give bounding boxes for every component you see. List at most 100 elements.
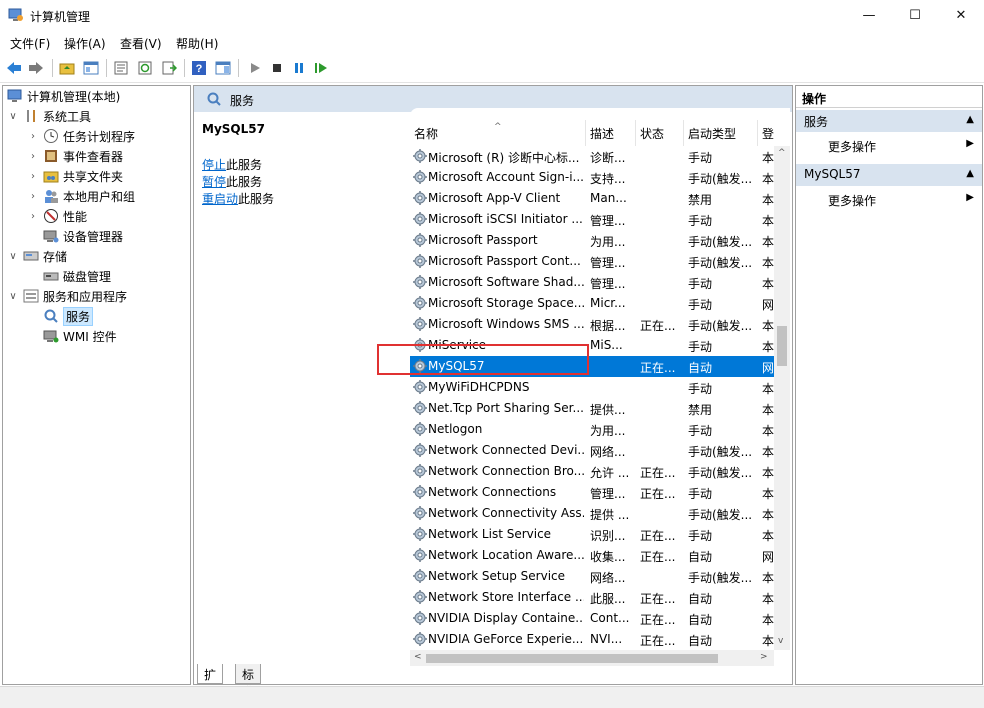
service-row[interactable]: NVIDIA GeForce Experie... NVI... 正在... 自动 本 xyxy=(410,629,774,650)
service-row[interactable]: Microsoft Storage Space... Micr... 手动 网 xyxy=(410,293,774,314)
stop-service-icon[interactable] xyxy=(268,59,286,77)
service-row[interactable]: Network Store Interface ... 此服... 正在... 自动 本 xyxy=(410,587,774,608)
menu-view[interactable]: 查看(V) xyxy=(120,35,162,52)
maximize-button[interactable]: ☐ xyxy=(892,0,938,31)
service-row[interactable]: Microsoft Passport 为用... 手动(触发... 本 xyxy=(410,230,774,251)
back-icon[interactable] xyxy=(5,59,23,77)
column-status-label: 状态 xyxy=(640,126,665,141)
service-row[interactable]: Network Connections 管理... 正在... 手动 本 xyxy=(410,482,774,503)
export-icon[interactable] xyxy=(160,59,178,77)
properties-icon[interactable] xyxy=(112,59,130,77)
storage-icon xyxy=(23,248,39,264)
tab-standard[interactable]: 标准 xyxy=(235,664,262,699)
actions-section-mysql[interactable]: MySQL57 ▲ xyxy=(796,164,982,186)
column-name[interactable]: 名称 ^ xyxy=(410,120,586,146)
menu-action[interactable]: 操作(A) xyxy=(64,35,106,52)
scroll-up-icon[interactable]: ^ xyxy=(778,148,786,158)
tree-system-tools[interactable]: ∨ 系统工具 xyxy=(7,106,91,126)
up-folder-icon[interactable] xyxy=(58,59,76,77)
service-row[interactable]: Microsoft iSCSI Initiator ... 管理... 手动 本 xyxy=(410,209,774,230)
collapse-up-icon[interactable]: ▲ xyxy=(966,168,974,179)
service-row[interactable]: Microsoft (R) 诊断中心标... 诊断... 手动 本 xyxy=(410,146,774,167)
close-button[interactable]: ✕ xyxy=(938,0,984,31)
chevron-down-icon[interactable]: ∨ xyxy=(7,111,19,122)
start-service-icon[interactable] xyxy=(246,59,264,77)
search-icon xyxy=(207,92,221,106)
column-status[interactable]: 状态 xyxy=(636,120,684,146)
menu-file[interactable]: 文件(F) xyxy=(10,35,50,52)
minimize-button[interactable]: — xyxy=(846,0,892,31)
service-row[interactable]: Network Connected Devi... 网络... 手动(触发... 本 xyxy=(410,440,774,461)
service-row[interactable]: Microsoft Passport Cont... 管理... 手动(触发... 本 xyxy=(410,251,774,272)
vertical-scrollbar[interactable]: ^ v xyxy=(774,146,790,650)
actions-section-services[interactable]: 服务 ▲ xyxy=(796,110,982,132)
action-pane-icon[interactable] xyxy=(214,59,232,77)
tree-root[interactable]: 计算机管理(本地) xyxy=(7,86,120,106)
pause-service-link[interactable]: 暂停 xyxy=(202,175,226,189)
service-row[interactable]: Netlogon 为用... 手动 本 xyxy=(410,419,774,440)
forward-icon[interactable] xyxy=(27,59,45,77)
scroll-left-icon[interactable]: < xyxy=(414,652,422,662)
scroll-right-icon[interactable]: > xyxy=(760,652,768,662)
service-row[interactable]: Network Connection Bro... 允许 ... 正在... 手动(触… xyxy=(410,461,774,482)
service-row[interactable]: Microsoft Account Sign-i... 支持... 手动(触发...… xyxy=(410,167,774,188)
column-description[interactable]: 描述 xyxy=(586,120,636,146)
service-description: 管理... xyxy=(590,256,626,270)
scroll-down-icon[interactable]: v xyxy=(778,636,783,646)
horizontal-scrollbar[interactable]: < > xyxy=(410,650,774,666)
tab-extended[interactable]: 扩展 xyxy=(197,664,224,699)
tree-performance[interactable]: › 性能 xyxy=(27,206,87,226)
service-row[interactable]: NVIDIA Display Containe... Cont... 正在... 自动… xyxy=(410,608,774,629)
restart-service-link[interactable]: 重启动 xyxy=(202,192,238,206)
service-row[interactable]: Network Setup Service 网络... 手动(触发... 本 xyxy=(410,566,774,587)
chevron-right-icon[interactable]: › xyxy=(27,191,39,202)
pause-service-icon[interactable] xyxy=(290,59,308,77)
refresh-icon[interactable] xyxy=(136,59,154,77)
service-row[interactable]: Network List Service 识别... 正在... 手动 本 xyxy=(410,524,774,545)
column-logon[interactable]: 登 xyxy=(758,120,774,146)
tree-services[interactable]: 服务 xyxy=(43,306,94,326)
chevron-right-icon[interactable]: › xyxy=(27,131,39,142)
chevron-right-icon[interactable]: › xyxy=(27,171,39,182)
service-description: 提供... xyxy=(590,403,626,417)
tree-label: 事件查看器 xyxy=(63,149,124,164)
more-actions-services[interactable]: 更多操作 ▶ xyxy=(796,134,982,156)
wmi-icon xyxy=(43,328,59,344)
tree-task-scheduler[interactable]: › 任务计划程序 xyxy=(27,126,135,146)
chevron-right-icon[interactable]: › xyxy=(27,211,39,222)
chevron-down-icon[interactable]: ∨ xyxy=(7,251,19,262)
show-hide-tree-icon[interactable] xyxy=(82,59,100,77)
service-row[interactable]: Network Location Aware... 收集... 正在... 自动 网 xyxy=(410,545,774,566)
service-row[interactable]: Net.Tcp Port Sharing Ser... 提供... 禁用 本 xyxy=(410,398,774,419)
horizontal-scroll-thumb[interactable] xyxy=(426,654,718,663)
collapse-up-icon[interactable]: ▲ xyxy=(966,114,974,125)
tree-wmi[interactable]: WMI 控件 xyxy=(43,326,117,346)
service-row[interactable]: Microsoft Software Shad... 管理... 手动 本 xyxy=(410,272,774,293)
service-name: Network Store Interface ... xyxy=(428,590,584,604)
tree-shared-folders[interactable]: › 共享文件夹 xyxy=(27,166,123,186)
restart-service-icon[interactable] xyxy=(312,59,330,77)
tree-device-manager[interactable]: 设备管理器 xyxy=(43,226,123,246)
service-row[interactable]: Network Connectivity Ass... 提供 ... 手动(触发..… xyxy=(410,503,774,524)
service-gear-icon xyxy=(412,169,428,185)
tree-label: 系统工具 xyxy=(43,109,92,124)
tree-local-users[interactable]: › 本地用户和组 xyxy=(27,186,135,206)
chevron-down-icon[interactable]: ∨ xyxy=(7,291,19,302)
service-row[interactable]: MyWiFiDHCPDNS 手动 本 xyxy=(410,377,774,398)
service-name: Network Connection Bro... xyxy=(428,464,584,478)
stop-service-link[interactable]: 停止 xyxy=(202,158,226,172)
tree-disk-management[interactable]: 磁盘管理 xyxy=(43,266,111,286)
column-startup-type[interactable]: 启动类型 xyxy=(684,120,758,146)
service-gear-icon xyxy=(412,463,428,479)
vertical-scroll-thumb[interactable] xyxy=(777,326,787,366)
tree-storage[interactable]: ∨ 存储 xyxy=(7,246,67,266)
help-icon[interactable]: ? xyxy=(190,59,208,77)
service-row[interactable]: Microsoft Windows SMS ... 根据... 正在... 手动(触发… xyxy=(410,314,774,335)
chevron-right-icon[interactable]: › xyxy=(27,151,39,162)
tree-event-viewer[interactable]: › 事件查看器 xyxy=(27,146,123,166)
service-row[interactable]: Microsoft App-V Client Man... 禁用 本 xyxy=(410,188,774,209)
service-startup-type: 手动(触发... xyxy=(688,466,753,480)
more-actions-mysql[interactable]: 更多操作 ▶ xyxy=(796,188,982,210)
menu-help[interactable]: 帮助(H) xyxy=(176,35,218,52)
tree-services-apps[interactable]: ∨ 服务和应用程序 xyxy=(7,286,127,306)
